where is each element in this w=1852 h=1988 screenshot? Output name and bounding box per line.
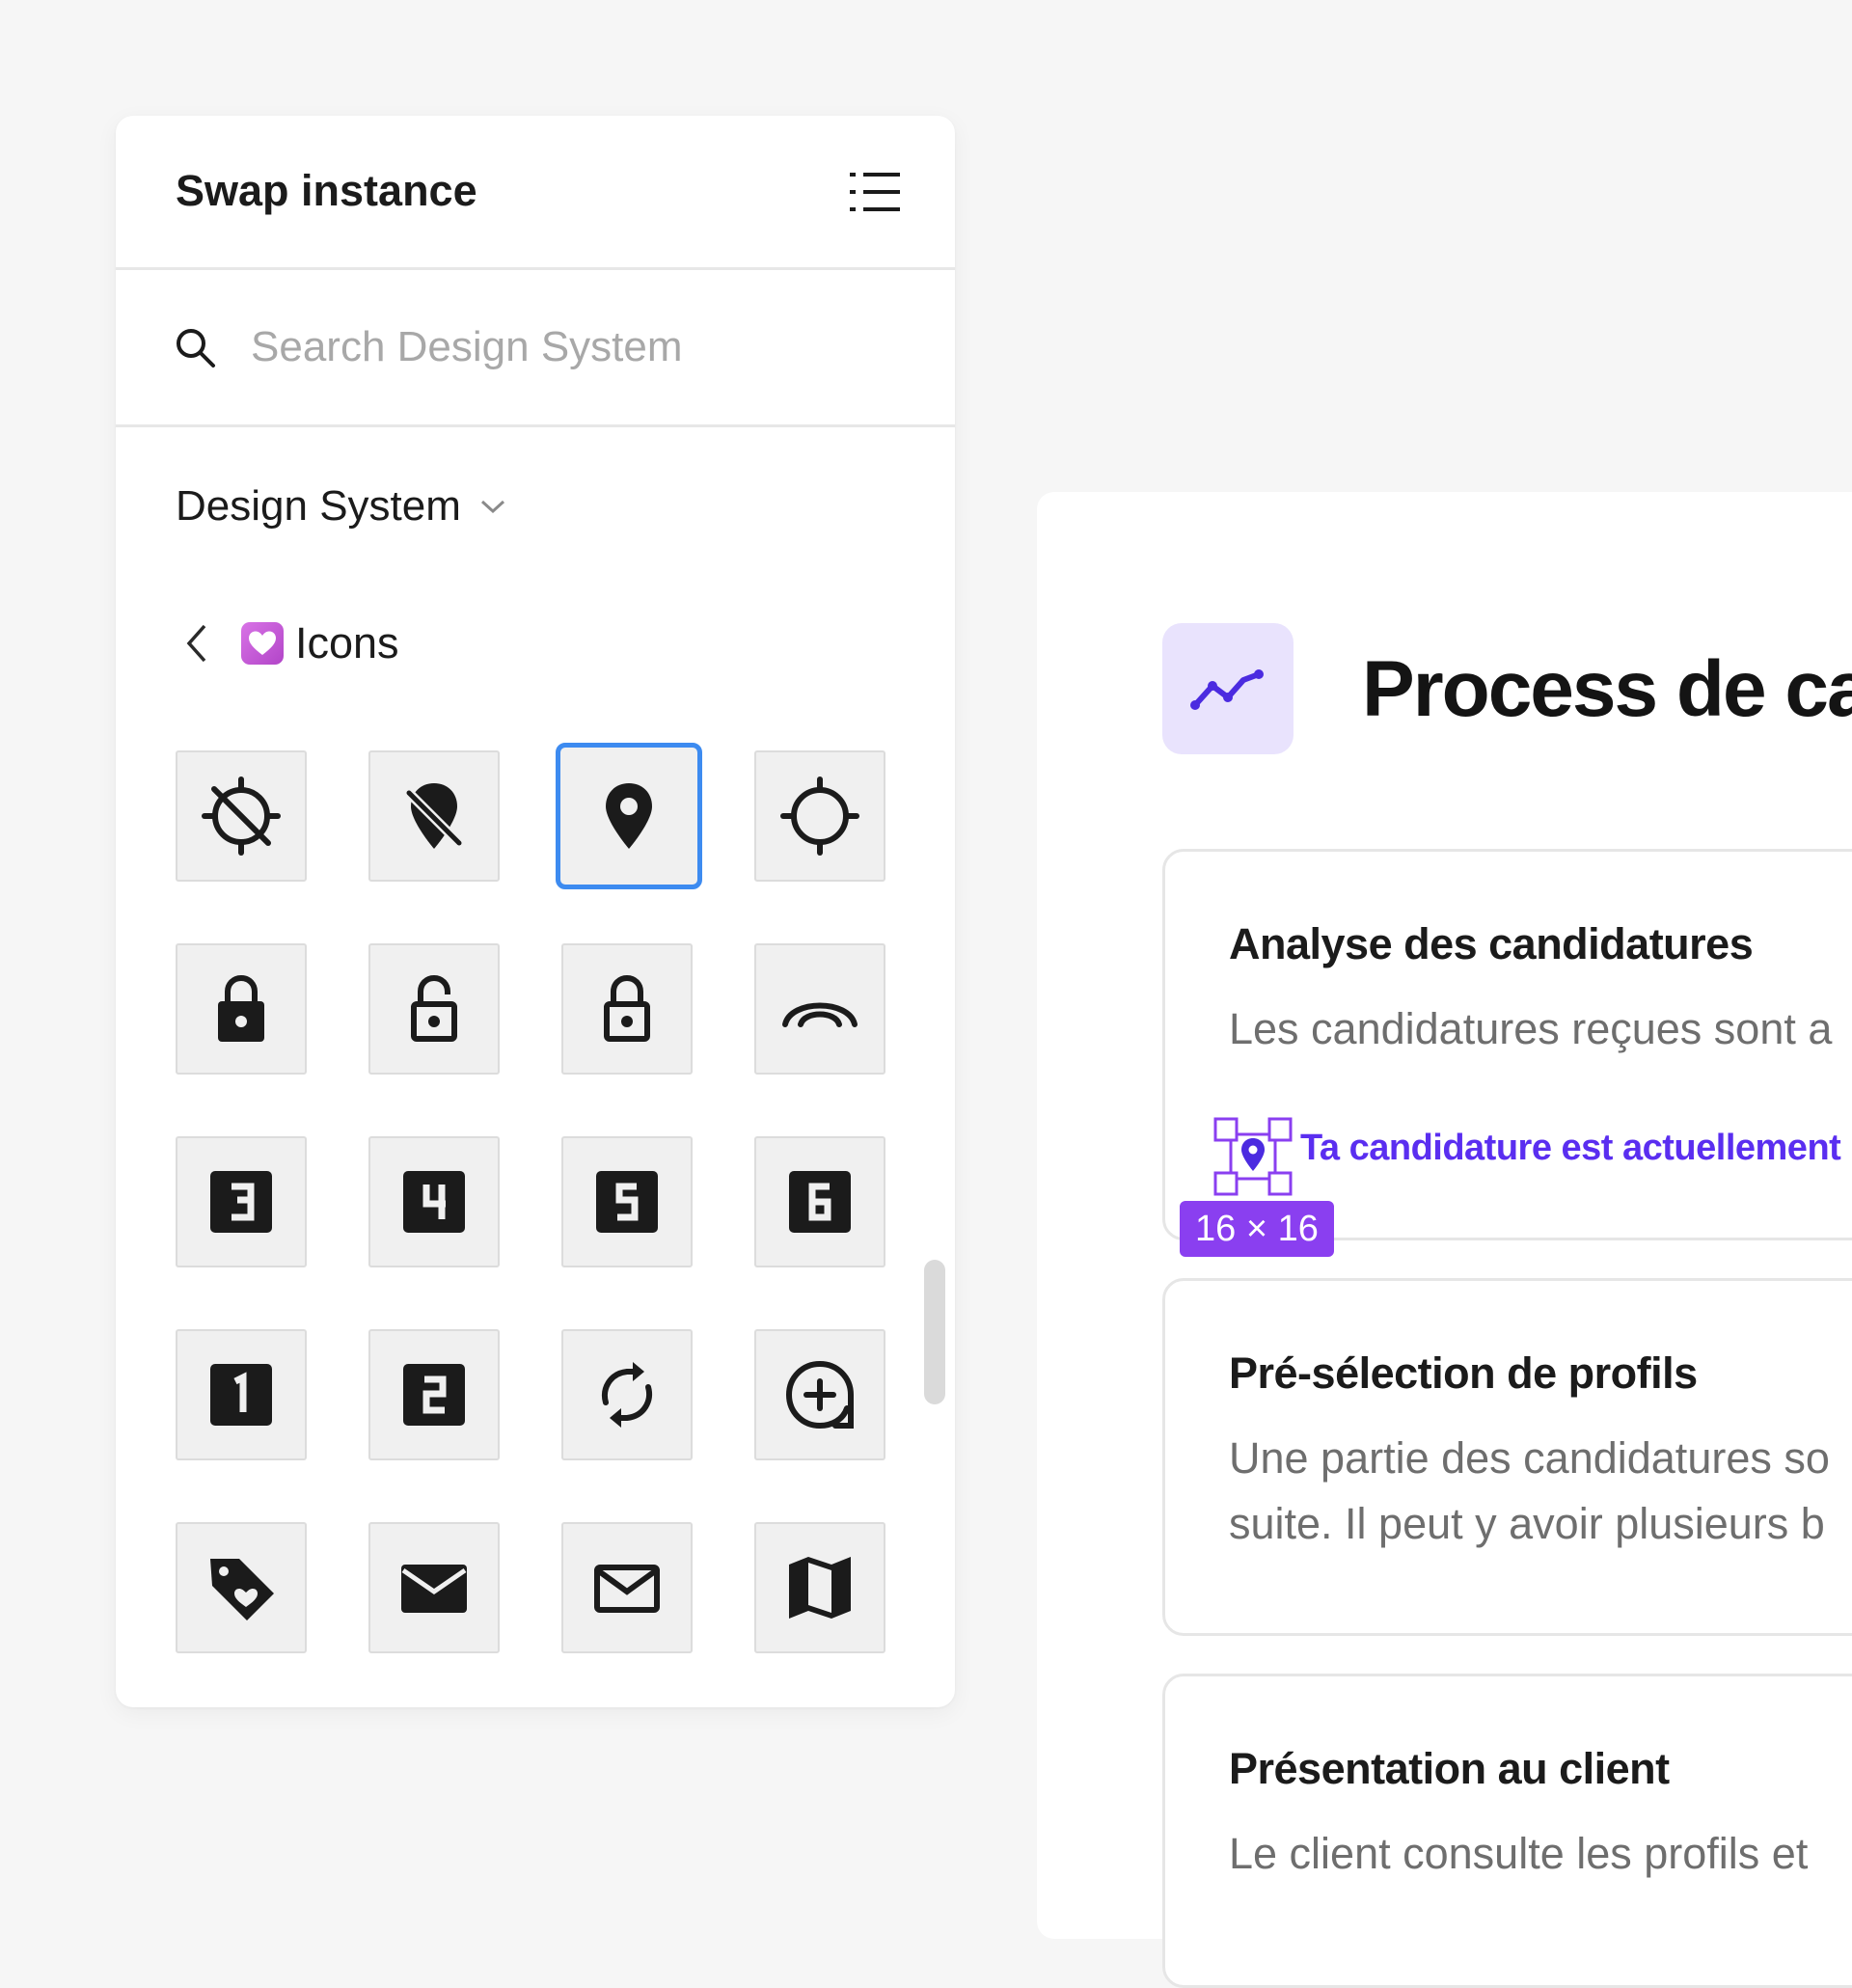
icon-tile-location-off[interactable] [368, 750, 500, 882]
icon-tile-mail-outline[interactable] [561, 1522, 693, 1653]
trending-line-icon [1190, 669, 1264, 710]
library-dropdown[interactable]: Design System [176, 473, 505, 540]
icon-tile-lock-open-outline[interactable] [368, 943, 500, 1075]
number-3-box-icon [210, 1171, 272, 1233]
location-disabled-icon [202, 776, 281, 856]
sync-icon [602, 1362, 652, 1428]
icon-tile-location-disabled[interactable] [176, 750, 307, 882]
list-view-icon [850, 173, 900, 211]
number-2-box-icon [403, 1364, 465, 1426]
status-message: Ta candidature est actuellement [1300, 1128, 1841, 1168]
chevron-down-icon [480, 500, 504, 514]
signal-arc-icon [782, 1002, 858, 1027]
icon-tile-number-1[interactable] [176, 1329, 307, 1460]
step-title: Présentation au client [1229, 1744, 1670, 1793]
step-title: Analyse des candidatures [1229, 919, 1754, 968]
tag-heart-icon [210, 1559, 274, 1620]
heart-emoji-icon [241, 622, 284, 665]
step-description: Le client consulte les profils et [1229, 1829, 1809, 1878]
icon-tile-add-circle[interactable] [754, 1329, 885, 1460]
location-off-icon [405, 783, 463, 849]
search-icon [177, 329, 215, 368]
selection-size-badge: 16 × 16 [1180, 1201, 1334, 1257]
icon-tile-lock-outline[interactable] [561, 943, 693, 1075]
step-card-preselection: Pré-sélection de profils Une partie des … [1162, 1278, 1852, 1636]
icon-tile-sync[interactable] [561, 1329, 693, 1460]
selected-pin-icon[interactable] [1213, 1117, 1293, 1196]
add-circle-icon [785, 1360, 854, 1430]
lock-icon [218, 974, 264, 1042]
lock-outline-icon [604, 974, 650, 1042]
icon-tile-location-pin[interactable] [556, 743, 702, 889]
process-card: Process de ca Analyse des candidatures L… [1037, 492, 1852, 1988]
map-icon [789, 1557, 851, 1619]
chevron-left-icon [186, 624, 206, 663]
icon-tile-number-2[interactable] [368, 1329, 500, 1460]
icon-tile-number-6[interactable] [754, 1136, 885, 1267]
step-description-line-2: suite. Il peut y avoir plusieurs b [1229, 1499, 1825, 1548]
icon-tile-mail-filled[interactable] [368, 1522, 500, 1653]
step-description: Les candidatures reçues sont a [1229, 1004, 1833, 1053]
step-title: Pré-sélection de profils [1229, 1348, 1698, 1398]
icon-tile-number-4[interactable] [368, 1136, 500, 1267]
icon-tile-lock[interactable] [176, 943, 307, 1075]
mail-filled-icon [401, 1565, 467, 1613]
icon-tile-signal-arc[interactable] [754, 943, 885, 1075]
list-view-button[interactable] [843, 160, 907, 224]
scrollbar-thumb[interactable] [924, 1260, 945, 1404]
step-card-presentation: Présentation au client Le client consult… [1162, 1674, 1852, 1988]
number-1-box-icon [210, 1364, 272, 1426]
number-6-box-icon [789, 1171, 851, 1233]
swap-instance-panel: Swap instance Design System [116, 116, 955, 1707]
back-button[interactable] [170, 610, 224, 677]
icon-tile-number-5[interactable] [561, 1136, 693, 1267]
step-description-line-1: Une partie des candidatures so [1229, 1433, 1830, 1483]
title-icon-container [1162, 623, 1294, 754]
icon-tile-number-3[interactable] [176, 1136, 307, 1267]
icon-tile-map[interactable] [754, 1522, 885, 1653]
number-4-box-icon [403, 1171, 465, 1233]
icon-tile-tag-heart[interactable] [176, 1522, 307, 1653]
mail-outline-icon [594, 1565, 660, 1613]
library-label: Design System [176, 482, 461, 530]
card-title: Process de ca [1362, 645, 1852, 733]
gps-target-icon [780, 776, 859, 856]
lock-open-outline-icon [411, 974, 457, 1042]
number-5-box-icon [596, 1171, 658, 1233]
location-pin-icon [606, 783, 652, 849]
search-row [116, 270, 955, 427]
step-card-analyse: Analyse des candidatures Les candidature… [1162, 849, 1852, 1257]
search-input[interactable] [249, 313, 889, 382]
panel-header: Swap instance [116, 116, 955, 270]
category-breadcrumb: Icons [170, 610, 399, 677]
panel-title: Swap instance [176, 166, 477, 215]
category-label: Icons [295, 618, 399, 667]
icon-tile-gps-target[interactable] [754, 750, 885, 882]
